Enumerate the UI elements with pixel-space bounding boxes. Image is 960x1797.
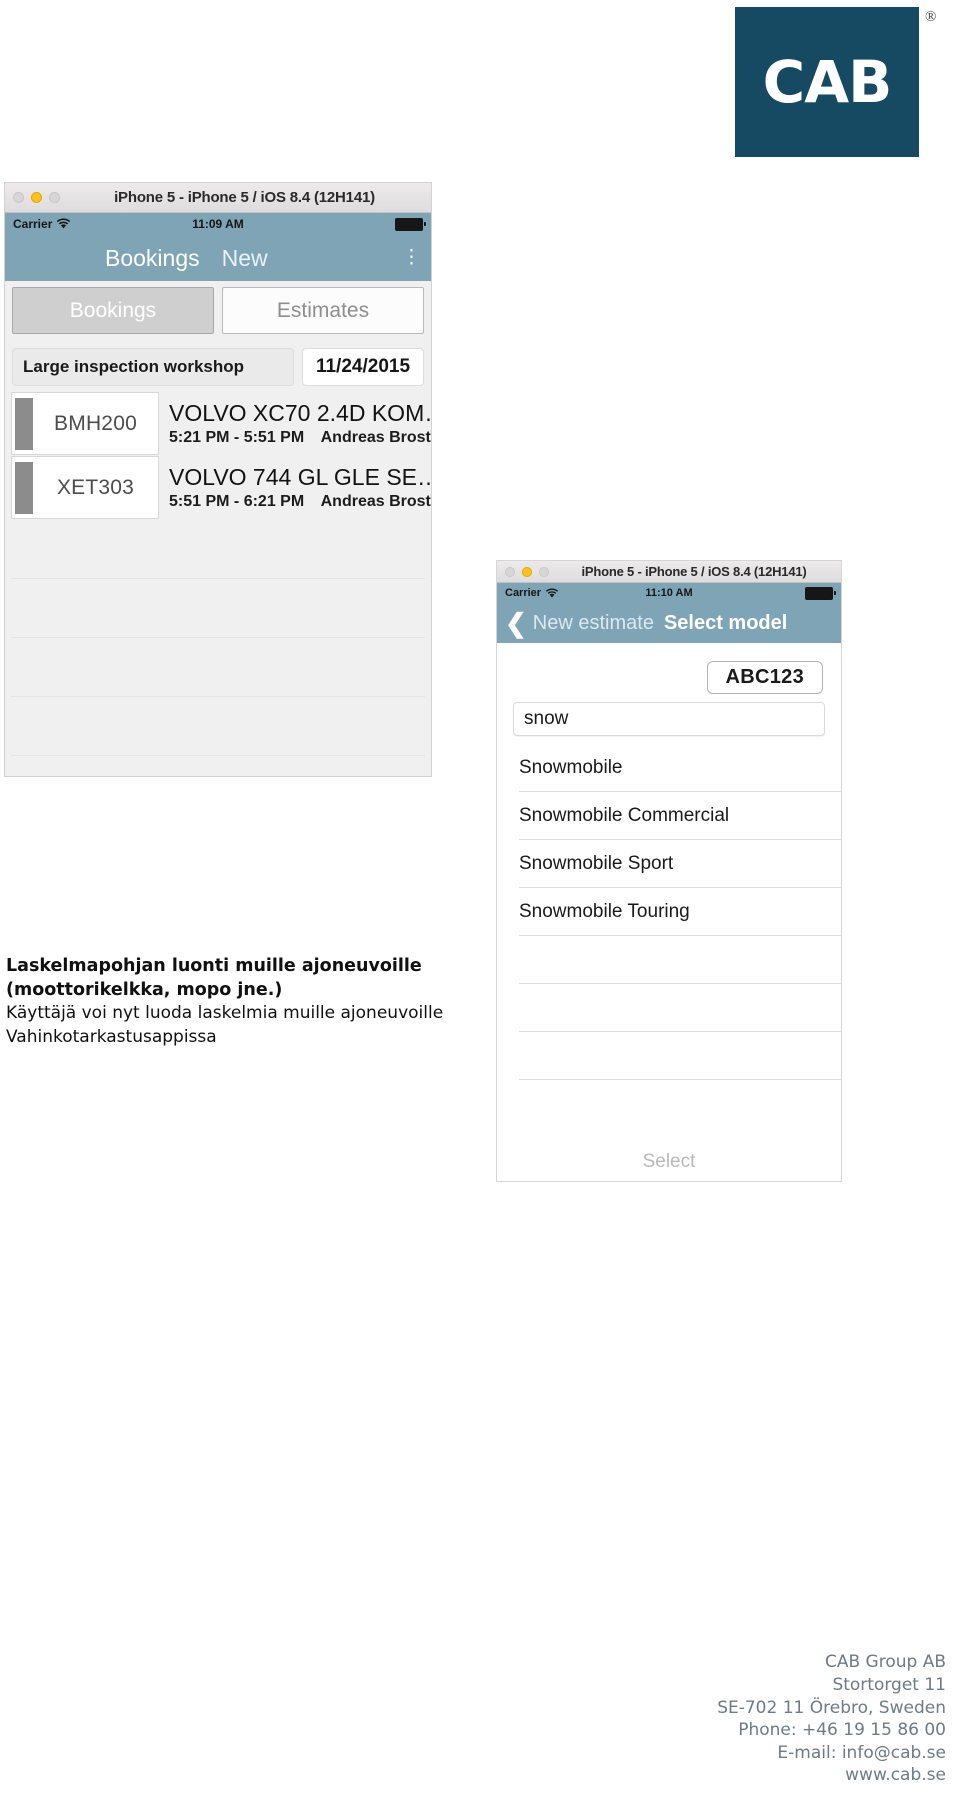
list-item[interactable]: Snowmobile Sport bbox=[497, 840, 841, 887]
wifi-icon bbox=[545, 587, 559, 600]
status-stripe bbox=[15, 397, 33, 450]
list-item bbox=[497, 984, 841, 1031]
vehicle-model: VOLVO XC70 2.4D KOM… bbox=[169, 400, 431, 427]
close-window-icon[interactable] bbox=[505, 566, 515, 577]
nav-title: Select model bbox=[663, 611, 788, 634]
booking-details: VOLVO 744 GL GLE SE… 5:51 PM - 6:21 PM A… bbox=[159, 456, 431, 519]
registration-number: XET303 bbox=[56, 475, 135, 499]
ios-status-bar: Carrier 11:10 AM bbox=[497, 583, 841, 603]
wifi-icon bbox=[56, 218, 71, 231]
minimize-window-icon[interactable] bbox=[522, 566, 532, 577]
booking-inspector: Andreas Brosten bbox=[320, 428, 431, 446]
segment-bookings[interactable]: Bookings bbox=[12, 287, 214, 334]
list-item bbox=[11, 579, 425, 638]
status-stripe bbox=[15, 461, 33, 514]
list-separator bbox=[519, 1079, 841, 1080]
model-search-input[interactable]: snow bbox=[513, 702, 825, 736]
vehicle-model: VOLVO 744 GL GLE SE… bbox=[169, 464, 431, 491]
table-row[interactable]: BMH200 VOLVO XC70 2.4D KOM… 5:21 PM - 5:… bbox=[5, 392, 431, 456]
body-line-2: Vahinkotarkastusappissa bbox=[6, 1027, 217, 1048]
battery-icon bbox=[804, 586, 836, 600]
ios-nav-bar: ❮ New estimate Select model bbox=[497, 603, 841, 643]
body-line-1: Käyttäjä voi nyt luoda laskelmia muille … bbox=[6, 1003, 444, 1024]
plate-row: ABC123 bbox=[497, 643, 841, 694]
status-clock: 11:09 AM bbox=[192, 217, 244, 231]
segmented-control: Bookings Estimates bbox=[5, 281, 431, 342]
simulator-titlebar: iPhone 5 - iPhone 5 / iOS 8.4 (12H141) bbox=[497, 561, 841, 583]
booking-inspector: Andreas Brosten bbox=[320, 492, 431, 510]
body-text: Käyttäjä voi nyt luoda laskelmia muille … bbox=[6, 1002, 476, 1050]
empty-list-area bbox=[5, 520, 431, 756]
back-button-label[interactable]: New estimate bbox=[533, 612, 654, 635]
list-item bbox=[11, 520, 425, 579]
simulator-titlebar: iPhone 5 - iPhone 5 / iOS 8.4 (12H141) bbox=[5, 183, 431, 213]
simulator-window-title: iPhone 5 - iPhone 5 / iOS 8.4 (12H141) bbox=[114, 189, 375, 206]
registered-trademark-icon: ® bbox=[925, 9, 937, 25]
list-item[interactable]: Snowmobile Touring bbox=[497, 888, 841, 935]
date-filter[interactable]: 11/24/2015 bbox=[302, 348, 424, 386]
select-button[interactable]: Select bbox=[497, 1151, 841, 1173]
footer-phone: Phone: +46 19 15 86 00 bbox=[738, 1720, 946, 1741]
registration-card: BMH200 bbox=[11, 392, 159, 455]
booking-meta: 5:51 PM - 6:21 PM Andreas Brosten bbox=[169, 493, 431, 511]
registration-plate-field[interactable]: ABC123 bbox=[706, 661, 823, 694]
back-chevron-icon[interactable]: ❮ bbox=[505, 610, 527, 636]
booking-meta: 5:21 PM - 5:51 PM Andreas Brosten bbox=[169, 429, 431, 447]
status-battery-group bbox=[725, 586, 836, 600]
heading-line-2: (moottorikelkka, mopo jne.) bbox=[6, 979, 283, 1000]
registration-number: BMH200 bbox=[54, 411, 137, 435]
status-carrier-group: Carrier bbox=[13, 217, 148, 231]
booking-time: 5:51 PM - 6:21 PM bbox=[169, 492, 305, 510]
registration-card: XET303 bbox=[11, 456, 159, 519]
carrier-label: Carrier bbox=[13, 217, 53, 231]
booking-time: 5:21 PM - 5:51 PM bbox=[169, 428, 305, 446]
status-battery-group bbox=[288, 217, 426, 231]
heading-line-1: Laskelmapohjan luonti muille ajoneuvoill… bbox=[6, 956, 422, 976]
cab-logo: CAB ® bbox=[735, 7, 936, 157]
list-item[interactable]: Snowmobile bbox=[497, 744, 841, 791]
filter-bar: Large inspection workshop 11/24/2015 bbox=[5, 342, 431, 392]
list-item bbox=[11, 697, 425, 756]
simulator-window-title: iPhone 5 - iPhone 5 / iOS 8.4 (12H141) bbox=[581, 564, 807, 579]
model-results-list: Snowmobile Snowmobile Commercial Snowmob… bbox=[497, 744, 841, 1080]
ios-nav-bar: Bookings New ⋮ bbox=[5, 235, 431, 281]
status-clock: 11:10 AM bbox=[645, 587, 693, 599]
kebab-menu-icon[interactable]: ⋮ bbox=[402, 248, 421, 267]
list-item bbox=[497, 1032, 841, 1079]
logo-wordmark: CAB bbox=[762, 48, 893, 116]
footer-company: CAB Group AB bbox=[824, 1652, 946, 1673]
page-title: Laskelmapohjan luonti muille ajoneuvoill… bbox=[6, 955, 476, 1002]
footer-street: Stortorget 11 bbox=[832, 1674, 946, 1695]
zoom-window-icon[interactable] bbox=[49, 192, 60, 203]
bookings-list: BMH200 VOLVO XC70 2.4D KOM… 5:21 PM - 5:… bbox=[5, 392, 431, 756]
footer-website[interactable]: www.cab.se bbox=[717, 1764, 946, 1787]
booking-details: VOLVO XC70 2.4D KOM… 5:21 PM - 5:51 PM A… bbox=[159, 392, 431, 455]
window-traffic-lights[interactable] bbox=[13, 192, 60, 203]
list-item bbox=[11, 638, 425, 697]
segment-estimates[interactable]: Estimates bbox=[222, 287, 424, 334]
new-booking-button[interactable]: New bbox=[222, 245, 268, 272]
window-traffic-lights[interactable] bbox=[505, 566, 549, 577]
list-item bbox=[497, 936, 841, 983]
ios-status-bar: Carrier 11:09 AM bbox=[5, 213, 431, 235]
status-carrier-group: Carrier bbox=[505, 587, 613, 600]
close-window-icon[interactable] bbox=[13, 192, 24, 203]
release-note-copy: Laskelmapohjan luonti muille ajoneuvoill… bbox=[6, 955, 476, 1050]
list-item[interactable]: Snowmobile Commercial bbox=[497, 792, 841, 839]
zoom-window-icon[interactable] bbox=[539, 566, 549, 577]
table-row[interactable]: XET303 VOLVO 744 GL GLE SE… 5:51 PM - 6:… bbox=[5, 456, 431, 520]
footer-contact-block: CAB Group AB Stortorget 11 SE-702 11 Öre… bbox=[717, 1651, 946, 1787]
simulator-window-bookings: iPhone 5 - iPhone 5 / iOS 8.4 (12H141) C… bbox=[5, 183, 431, 776]
footer-email[interactable]: E-mail: info@cab.se bbox=[717, 1742, 946, 1765]
nav-title: Bookings bbox=[105, 244, 200, 271]
battery-icon bbox=[394, 217, 426, 231]
carrier-label: Carrier bbox=[505, 587, 542, 599]
minimize-window-icon[interactable] bbox=[31, 192, 42, 203]
simulator-window-select-model: iPhone 5 - iPhone 5 / iOS 8.4 (12H141) C… bbox=[497, 561, 841, 1181]
workshop-filter[interactable]: Large inspection workshop bbox=[12, 348, 294, 386]
footer-city: SE-702 11 Örebro, Sweden bbox=[717, 1697, 946, 1718]
